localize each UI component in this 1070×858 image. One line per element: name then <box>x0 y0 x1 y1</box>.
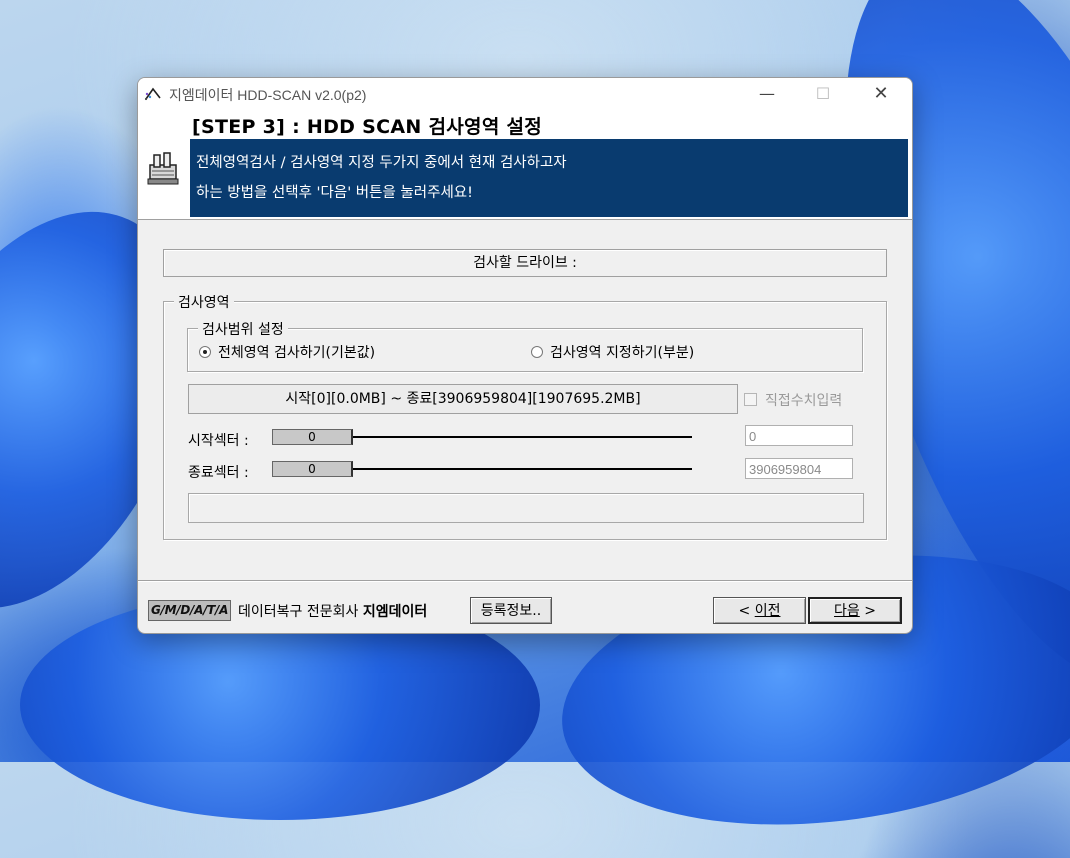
checkbox-box <box>744 393 757 406</box>
maximize-button[interactable]: ☐ <box>800 78 846 109</box>
company-prefix: 데이터복구 전문회사 <box>238 604 359 620</box>
close-button[interactable]: ✕ <box>858 78 904 109</box>
app-logo-icon <box>144 87 161 101</box>
instruction-line-2: 하는 방법을 선택후 '다음' 버튼을 눌러주세요! <box>196 185 473 201</box>
next-button[interactable]: 다음 > <box>808 597 902 624</box>
title-bar[interactable]: 지엠데이터 HDD-SCAN v2.0(p2) — ☐ ✕ <box>138 78 912 109</box>
previous-label: 이전 <box>754 603 781 619</box>
status-panel <box>188 493 864 523</box>
sector-range-display: 시작[0][0.0MB] ~ 종료[3906959804][1907695.2M… <box>188 384 738 414</box>
company-tagline: 데이터복구 전문회사 지엠데이터 <box>238 601 427 621</box>
radio-selected-indicator <box>199 346 211 358</box>
wizard-footer: G/M/D/A/T/A 데이터복구 전문회사 지엠데이터 등록정보.. < 이전… <box>138 580 912 633</box>
next-label: 다음 <box>834 603 860 619</box>
step-title: [STEP 3] : HDD SCAN 검사영역 설정 <box>192 116 543 138</box>
window-title: 지엠데이터 HDD-SCAN v2.0(p2) <box>169 87 367 103</box>
end-sector-input[interactable]: 3906959804 <box>745 458 853 479</box>
scan-area-group-label: 검사영역 <box>174 292 234 312</box>
target-drive-label: 검사할 드라이브 : <box>163 249 887 277</box>
end-sector-slider[interactable]: 0 <box>272 461 353 477</box>
instruction-line-1: 전체영역검사 / 검사영역 지정 두가지 중에서 현재 검사하고자 <box>196 155 567 171</box>
footer-divider-highlight <box>138 581 912 582</box>
wizard-header: [STEP 3] : HDD SCAN 검사영역 설정 전체영역검사 / 검사영… <box>138 109 912 220</box>
radio-partial-scan[interactable]: 검사영역 지정하기(부분) <box>531 342 694 362</box>
start-sector-label: 시작섹터 : <box>188 433 249 449</box>
end-sector-label: 종료섹터 : <box>188 465 249 481</box>
scan-range-group-label: 검사범위 설정 <box>198 319 288 339</box>
minimize-button[interactable]: — <box>744 78 790 109</box>
previous-button[interactable]: < 이전 <box>713 597 806 624</box>
hdd-scan-window: 지엠데이터 HDD-SCAN v2.0(p2) — ☐ ✕ [STEP 3] :… <box>137 77 913 634</box>
company-name: 지엠데이터 <box>362 604 428 620</box>
radio-partial-scan-label: 검사영역 지정하기(부분) <box>550 345 695 361</box>
instruction-box: 전체영역검사 / 검사영역 지정 두가지 중에서 현재 검사하고자 하는 방법을… <box>190 139 908 217</box>
gmdata-logo: G/M/D/A/T/A <box>148 600 232 621</box>
radio-full-scan[interactable]: 전체영역 검사하기(기본값) <box>199 342 375 362</box>
start-sector-input[interactable]: 0 <box>745 425 853 446</box>
register-info-button[interactable]: 등록정보.. <box>470 597 552 624</box>
hdd-tool-icon <box>147 152 179 185</box>
next-arrow: > <box>859 603 876 619</box>
radio-full-scan-label: 전체영역 검사하기(기본값) <box>218 345 376 361</box>
previous-arrow: < <box>738 603 755 619</box>
manual-input-label: 직접수치입력 <box>765 393 843 409</box>
manual-input-checkbox[interactable]: 직접수치입력 <box>744 390 842 410</box>
start-sector-slider[interactable]: 0 <box>272 429 353 445</box>
radio-unselected-indicator <box>531 346 543 358</box>
main-content: 검사할 드라이브 : 검사영역 검사범위 설정 전체영역 검사하기(기본값) 검… <box>138 220 912 580</box>
